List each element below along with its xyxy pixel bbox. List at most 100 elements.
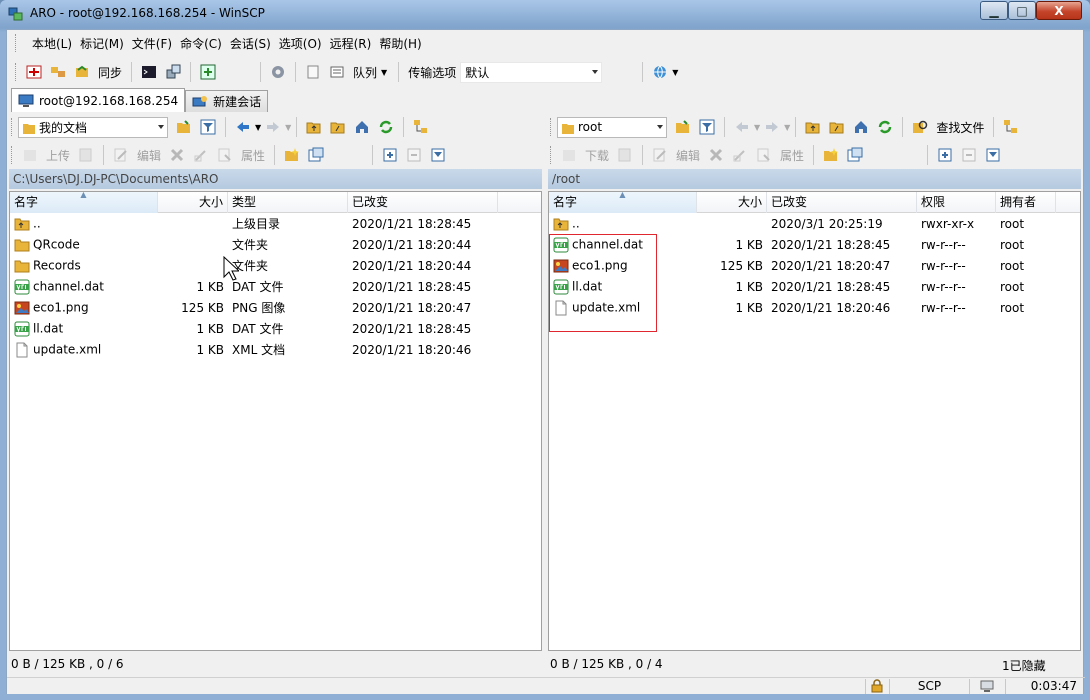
- menu-remote[interactable]: 远程(R): [326, 35, 376, 52]
- column-size[interactable]: 大小: [158, 192, 228, 213]
- close-button[interactable]: X: [1036, 1, 1082, 20]
- upload-button[interactable]: 上传: [46, 147, 70, 164]
- hidden-files-count[interactable]: 1已隐藏: [1000, 656, 1080, 674]
- properties-icon[interactable]: [215, 145, 235, 165]
- maximize-button[interactable]: □: [1008, 1, 1036, 20]
- queue-list-icon[interactable]: [303, 62, 323, 82]
- filter-icon[interactable]: [697, 117, 717, 137]
- column-name[interactable]: ▲ 名字: [549, 191, 697, 213]
- download-button[interactable]: 下载: [585, 147, 609, 164]
- back-history-chevron-icon[interactable]: ▼: [255, 123, 261, 132]
- home-icon[interactable]: [851, 117, 871, 137]
- sync-button-label[interactable]: 同步: [98, 64, 122, 81]
- queue-dropdown-chevron-icon[interactable]: ▼: [381, 68, 387, 77]
- home-icon[interactable]: [352, 117, 372, 137]
- queue-button-label[interactable]: 队列: [353, 64, 377, 81]
- table-row[interactable]: Records 文件夹 2020/1/21 18:20:44: [10, 255, 541, 276]
- find-files-button[interactable]: 查找文件: [936, 119, 984, 136]
- filter-icon[interactable]: [198, 117, 218, 137]
- synchronize-browsing-icon[interactable]: [48, 62, 68, 82]
- forward-arrow-icon[interactable]: [263, 117, 283, 137]
- filter-select-icon[interactable]: [428, 145, 448, 165]
- open-directory-icon[interactable]: [673, 117, 693, 137]
- edit-button[interactable]: 编辑: [676, 147, 700, 164]
- filter-select-icon[interactable]: [983, 145, 1003, 165]
- menu-commands[interactable]: 命令(C): [176, 35, 226, 52]
- open-in-new-icon[interactable]: [845, 145, 865, 165]
- parent-directory-icon[interactable]: [803, 117, 823, 137]
- local-location-select[interactable]: 我的文档: [18, 116, 168, 138]
- menu-files[interactable]: 文件(F): [128, 35, 176, 52]
- table-row[interactable]: ll.dat 1 KB DAT 文件 2020/1/21 18:28:45: [10, 318, 541, 339]
- delete-x-icon[interactable]: [167, 145, 187, 165]
- table-row[interactable]: update.xml 1 KB XML 文档 2020/1/21 18:20:46: [10, 339, 541, 360]
- unselect-minus-icon[interactable]: [404, 145, 424, 165]
- download-icon[interactable]: [559, 145, 579, 165]
- minimize-button[interactable]: ▁: [980, 1, 1008, 20]
- edit-pencil-icon[interactable]: [111, 145, 131, 165]
- menu-session[interactable]: 会话(S): [226, 35, 275, 52]
- queue-icon[interactable]: [327, 62, 347, 82]
- select-plus-icon[interactable]: [935, 145, 955, 165]
- tab-new-session[interactable]: 新建会话: [185, 90, 269, 112]
- menu-help[interactable]: 帮助(H): [375, 35, 425, 52]
- column-name[interactable]: ▲ 名字: [10, 191, 158, 213]
- new-folder-icon[interactable]: [282, 145, 302, 165]
- back-history-chevron-icon[interactable]: ▼: [754, 123, 760, 132]
- properties-button[interactable]: 属性: [780, 147, 804, 164]
- globe-dropdown-chevron-icon[interactable]: ▼: [672, 68, 678, 77]
- compare-directories-icon[interactable]: [24, 62, 44, 82]
- console-icon[interactable]: [139, 62, 159, 82]
- menu-mark[interactable]: 标记(M): [76, 35, 128, 52]
- edit-pencil-icon[interactable]: [650, 145, 670, 165]
- menu-local[interactable]: 本地(L): [28, 35, 76, 52]
- edit-button[interactable]: 编辑: [137, 147, 161, 164]
- root-directory-icon[interactable]: [328, 117, 348, 137]
- column-owner[interactable]: 拥有者: [996, 192, 1056, 213]
- remote-location-select[interactable]: root: [557, 116, 667, 138]
- transfer-settings-select[interactable]: 默认: [460, 61, 603, 83]
- back-arrow-icon[interactable]: [732, 117, 752, 137]
- tree-view-icon[interactable]: [1001, 117, 1021, 137]
- column-type[interactable]: 类型: [228, 192, 348, 213]
- forward-history-chevron-icon[interactable]: ▼: [784, 123, 790, 132]
- title-bar[interactable]: ARO - root@192.168.168.254 - WinSCP ▁ □ …: [0, 0, 1090, 28]
- rename-icon[interactable]: [730, 145, 750, 165]
- table-row[interactable]: .. 2020/3/1 20:25:19 rwxr-xr-x root: [549, 213, 1080, 234]
- local-file-list[interactable]: ▲ 名字 大小 类型 已改变 .. 上级目录 2020/1/21 18:28:45 QR…: [9, 191, 542, 651]
- open-in-new-icon[interactable]: [306, 145, 326, 165]
- find-files-icon[interactable]: [910, 117, 930, 137]
- refresh-icon[interactable]: [875, 117, 895, 137]
- upload-icon[interactable]: [20, 145, 40, 165]
- rename-icon[interactable]: [191, 145, 211, 165]
- menu-options[interactable]: 选项(O): [275, 35, 326, 52]
- delete-x-icon[interactable]: [706, 145, 726, 165]
- column-rights[interactable]: 权限: [917, 192, 996, 213]
- column-changed[interactable]: 已改变: [348, 192, 498, 213]
- putty-icon[interactable]: [163, 62, 183, 82]
- new-folder-icon[interactable]: [821, 145, 841, 165]
- unselect-minus-icon[interactable]: [959, 145, 979, 165]
- download-queue-icon[interactable]: [615, 145, 635, 165]
- forward-arrow-icon[interactable]: [762, 117, 782, 137]
- column-changed[interactable]: 已改变: [767, 192, 917, 213]
- column-size[interactable]: 大小: [697, 192, 767, 213]
- menu-grip[interactable]: [15, 34, 24, 52]
- select-plus-icon[interactable]: [380, 145, 400, 165]
- network-globe-icon[interactable]: [650, 62, 670, 82]
- table-row[interactable]: eco1.png 125 KB PNG 图像 2020/1/21 18:20:47: [10, 297, 541, 318]
- properties-icon[interactable]: [754, 145, 774, 165]
- upload-queue-icon[interactable]: [76, 145, 96, 165]
- tree-view-icon[interactable]: [411, 117, 431, 137]
- table-row[interactable]: QRcode 文件夹 2020/1/21 18:20:44: [10, 234, 541, 255]
- open-directory-icon[interactable]: [174, 117, 194, 137]
- table-row[interactable]: channel.dat 1 KB DAT 文件 2020/1/21 18:28:45: [10, 276, 541, 297]
- preferences-gear-icon[interactable]: [268, 62, 288, 82]
- properties-button[interactable]: 属性: [241, 147, 265, 164]
- refresh-icon[interactable]: [376, 117, 396, 137]
- parent-directory-icon[interactable]: [304, 117, 324, 137]
- tab-session-root[interactable]: root@192.168.168.254: [11, 88, 186, 112]
- forward-history-chevron-icon[interactable]: ▼: [285, 123, 291, 132]
- root-directory-icon[interactable]: [827, 117, 847, 137]
- sync-icon[interactable]: [72, 62, 92, 82]
